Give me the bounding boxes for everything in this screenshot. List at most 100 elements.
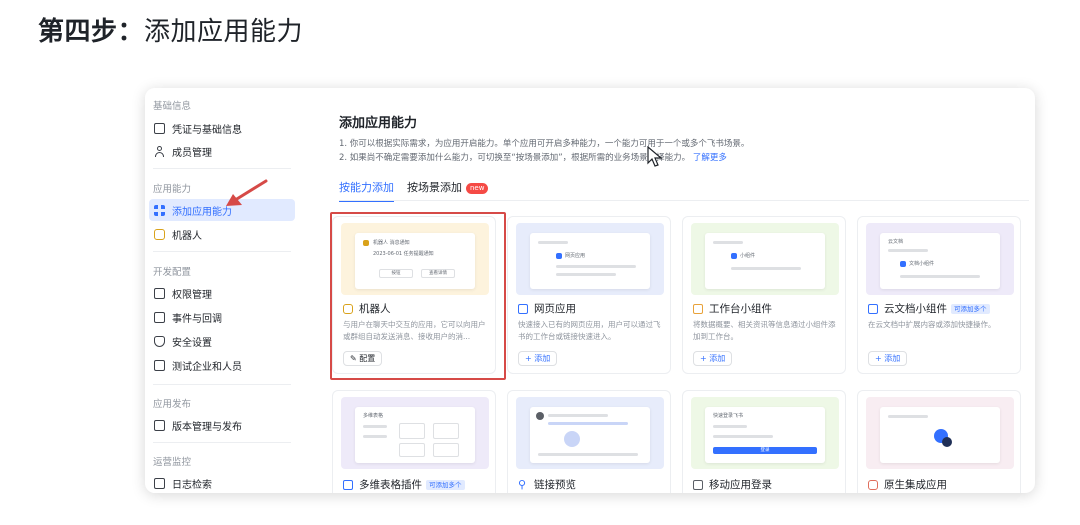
shield-icon	[154, 335, 165, 347]
add-button[interactable]: + 添加	[518, 351, 558, 366]
card-description: 在云文档中扩展内容或添加快捷操作。	[868, 320, 996, 329]
preview-line	[900, 275, 980, 278]
card-preview: 小组件	[691, 223, 839, 295]
preview-line	[731, 267, 801, 270]
sidebar-group-capability: 应用能力	[153, 184, 192, 195]
doc-widget-icon	[868, 303, 878, 314]
preview-line	[713, 425, 747, 428]
tab-by-scenario[interactable]: 按场景添加 new	[407, 179, 489, 195]
id-card-icon	[154, 122, 165, 134]
preview-text: 云文档	[888, 239, 904, 245]
sidebar-divider	[153, 168, 291, 169]
native-app-icon	[868, 479, 878, 490]
sidebar-item-label: 日志检索	[172, 479, 212, 491]
sidebar-item-security[interactable]: 安全设置	[149, 330, 295, 352]
preview-dot	[900, 261, 906, 267]
preview-text: 小组件	[740, 253, 756, 259]
add-button[interactable]: + 添加	[868, 351, 908, 366]
card-title: 网页应用	[518, 301, 576, 316]
upload-icon	[154, 419, 165, 431]
sidebar-item-permissions[interactable]: 权限管理	[149, 282, 295, 304]
robot-icon	[154, 228, 165, 240]
preview-text: 网页应用	[565, 253, 586, 259]
page-title: 添加应用能力	[339, 116, 418, 131]
preview-line	[888, 415, 928, 418]
card-preview: 云文档 文档小组件	[866, 223, 1014, 295]
card-preview: 多维表格	[341, 397, 489, 469]
learn-more-link[interactable]: 了解更多	[693, 153, 727, 163]
sidebar-divider	[153, 251, 291, 252]
sidebar-item-bot[interactable]: 机器人	[149, 223, 295, 245]
sidebar-item-events[interactable]: 事件与回调	[149, 306, 295, 328]
preview-panel	[530, 407, 650, 463]
person-icon	[154, 145, 165, 157]
card-title: 多维表格插件 可添加多个	[343, 477, 465, 492]
preview-panel: 多维表格	[355, 407, 475, 463]
app-window: 基础信息 凭证与基础信息 成员管理 应用能力 添加应用能力 机器人 开发配置 权…	[145, 88, 1035, 493]
widget-icon	[693, 303, 703, 314]
sidebar-item-test-users[interactable]: 测试企业和人员	[149, 354, 295, 376]
capability-card-mobile-login[interactable]: 快速登录飞书 登录 移动应用登录	[682, 390, 846, 493]
capability-card-native-app[interactable]: 原生集成应用	[857, 390, 1021, 493]
web-app-icon	[518, 303, 528, 314]
sidebar-item-logs[interactable]: 日志检索	[149, 472, 295, 493]
tabs-divider	[339, 200, 1029, 201]
preview-line	[363, 435, 387, 438]
sidebar-group-ops: 运营监控	[153, 457, 192, 468]
preview-logo	[942, 437, 952, 447]
sidebar-item-label: 成员管理	[172, 147, 212, 159]
card-preview	[866, 397, 1014, 469]
card-title: 移动应用登录	[693, 477, 772, 492]
sidebar-item-label: 事件与回调	[172, 313, 222, 325]
preview-avatar	[536, 412, 544, 420]
card-title-text: 移动应用登录	[709, 479, 772, 491]
preview-line	[548, 422, 628, 425]
preview-line	[556, 265, 636, 268]
sidebar-group-basic: 基础信息	[153, 101, 192, 112]
tab-label: 按场景添加	[407, 181, 462, 194]
preview-line	[556, 273, 616, 276]
sidebar-divider	[153, 384, 291, 385]
add-button[interactable]: + 添加	[693, 351, 733, 366]
card-title: 原生集成应用	[868, 477, 947, 492]
card-description: 将数据概要、相关资讯等信息通过小组件添加到工作台。	[693, 320, 836, 341]
test-icon	[154, 359, 165, 371]
preview-line	[713, 435, 773, 438]
card-title-text: 云文档小组件	[884, 303, 947, 315]
preview-dot	[731, 253, 737, 259]
capability-card-table-plugin[interactable]: 多维表格 多维表格插件 可添加多个	[332, 390, 496, 493]
page-description-2-text: 2. 如果尚不确定需要添加什么能力，可切换至“按场景添加”，根据所需的业务场景选…	[339, 153, 691, 163]
annotation-arrow-icon	[226, 179, 268, 206]
preview-dot	[556, 253, 562, 259]
preview-text: 文档小组件	[909, 261, 935, 267]
card-preview	[516, 397, 664, 469]
preview-line	[363, 425, 387, 428]
mouse-cursor-icon	[647, 146, 663, 167]
annotation-highlight-box	[330, 212, 506, 380]
preview-button	[433, 423, 459, 439]
new-badge: new	[466, 182, 489, 194]
preview-line	[548, 414, 608, 417]
link-icon: ⚲	[518, 477, 527, 491]
sidebar-item-label: 版本管理与发布	[172, 421, 242, 433]
preview-line	[888, 249, 928, 252]
card-title-text: 网页应用	[534, 303, 576, 315]
capability-card-link-preview[interactable]: ⚲ 链接预览	[507, 390, 671, 493]
card-title-text: 工作台小组件	[709, 303, 772, 315]
step-heading-rest: 添加应用能力	[144, 17, 304, 47]
sidebar-item-versions[interactable]: 版本管理与发布	[149, 414, 295, 436]
sidebar-item-credentials[interactable]: 凭证与基础信息	[149, 117, 295, 139]
preview-dot	[564, 431, 580, 447]
preview-button-label: 登录	[760, 448, 770, 453]
capability-card-web-app[interactable]: 网页应用 网页应用 快速接入已有的网页应用，用户可以通过飞书的工作台或链接快速进…	[507, 216, 671, 374]
tab-by-capability[interactable]: 按能力添加	[339, 179, 394, 202]
capability-card-workbench-widget[interactable]: 小组件 工作台小组件 将数据概要、相关资讯等信息通过小组件添加到工作台。 + 添…	[682, 216, 846, 374]
grid-icon	[154, 204, 165, 216]
preview-panel: 网页应用	[530, 233, 650, 289]
step-heading-strong: 第四步：	[38, 17, 145, 47]
card-title: 工作台小组件	[693, 301, 772, 316]
sidebar-group-dev: 开发配置	[153, 267, 192, 278]
sidebar-item-members[interactable]: 成员管理	[149, 140, 295, 162]
sidebar-item-label: 凭证与基础信息	[172, 124, 242, 136]
capability-card-doc-widget[interactable]: 云文档 文档小组件 云文档小组件 可添加多个 在云文档中扩展内容或添加快捷操作。…	[857, 216, 1021, 374]
